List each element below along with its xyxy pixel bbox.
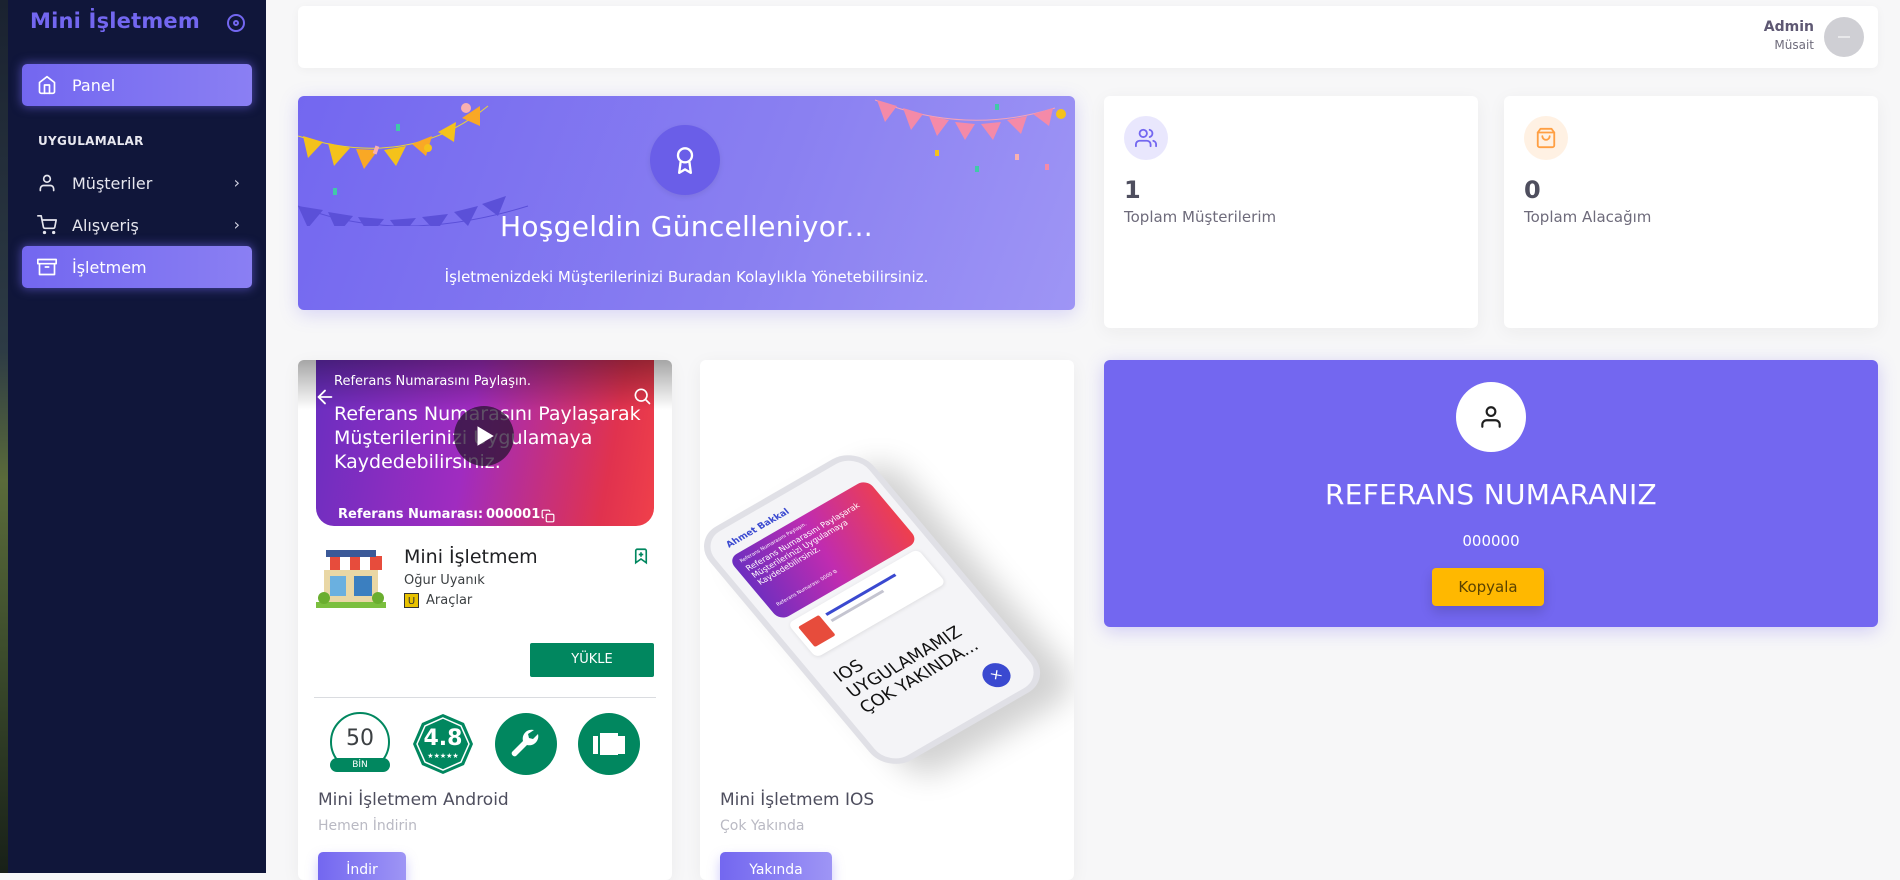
sidebar-item-label: Alışveriş	[72, 215, 139, 235]
stat-label: Toplam Müşterilerim	[1124, 208, 1277, 226]
confetti-decoration-left	[298, 103, 529, 226]
rating-value: 4.8	[423, 726, 463, 751]
top-navbar: Admin Müsait	[298, 6, 1878, 68]
desktop-background-strip	[0, 0, 8, 873]
ios-app-card: Ahmet Bakkal Referans Numarasını Paylaşı…	[700, 360, 1074, 880]
avatar[interactable]	[1824, 17, 1864, 57]
wrench-icon	[494, 712, 558, 776]
coming-soon-button[interactable]: Yakında	[720, 852, 832, 880]
welcome-text: İşletmenizdeki Müşterilerinizi Buradan K…	[444, 268, 929, 286]
sidebar-item-label: İşletmem	[72, 257, 147, 277]
sidebar: Mini İşletmem Panel UYGULAMALAR Müşteril…	[8, 0, 266, 873]
sidebar-item-alisveris[interactable]: Alışveriş ›	[22, 204, 252, 246]
banner-ref-label: Referans Numarası:	[338, 507, 484, 522]
brand-logo[interactable]: Mini İşletmem	[30, 9, 200, 33]
sidebar-item-isletmem[interactable]: İşletmem	[22, 246, 252, 288]
sidebar-item-panel[interactable]: Panel	[22, 64, 252, 106]
playstore-listing: Mini İşletmem Oğur Uyanık U Araçlar YÜKL…	[298, 526, 672, 786]
android-app-card: Referans Numarasını Paylaşın. Referans N…	[298, 360, 672, 880]
downloads-badge: 50 BİN	[328, 712, 392, 776]
app-card-title: Mini İşletmem Android	[318, 790, 509, 810]
user-icon	[36, 172, 58, 194]
play-video-icon[interactable]	[454, 406, 514, 466]
rating-stars: ★★★★★	[427, 752, 459, 760]
search-icon[interactable]	[632, 386, 652, 406]
confetti-decoration-right	[875, 99, 1066, 172]
shopping-cart-icon	[36, 214, 58, 236]
stat-value: 0	[1524, 176, 1541, 204]
phone-card-headline: Referans Numarasını Paylaşarak Müşterile…	[743, 501, 862, 587]
stat-value: 1	[1124, 176, 1141, 204]
welcome-card: Hoşgeldin Güncelleniyor... İşletmenizdek…	[298, 96, 1075, 310]
bookmark-icon[interactable]	[632, 546, 650, 566]
back-arrow-icon[interactable]	[314, 386, 336, 408]
rating-badge: U	[404, 593, 419, 608]
referral-number: 000000	[1462, 532, 1520, 550]
chevron-right-icon: ›	[233, 215, 240, 234]
gallery-icon	[577, 712, 641, 776]
copy-icon	[541, 509, 555, 523]
stat-card-receivables: 0 Toplam Alacağım	[1504, 96, 1878, 328]
user-name[interactable]: Admin	[1764, 19, 1814, 35]
welcome-title: Hoşgeldin Güncelleniyor...	[499, 210, 874, 243]
referral-title: REFERANS NUMARANIZ	[1324, 478, 1658, 511]
downloads-value: 50	[346, 726, 374, 751]
archive-icon	[36, 256, 58, 278]
app-card-subtitle: Çok Yakında	[720, 818, 805, 834]
shopping-bag-icon	[1524, 116, 1568, 160]
phone-fab-close: ×	[976, 658, 1017, 692]
app-store-icon	[316, 546, 386, 612]
divider	[314, 697, 656, 698]
users-icon	[1124, 116, 1168, 160]
sidebar-toggle-icon[interactable]	[227, 14, 245, 32]
stat-label: Toplam Alacağım	[1524, 208, 1652, 226]
download-button[interactable]: İndir	[318, 852, 406, 880]
award-icon	[650, 125, 720, 195]
rating-badge: 4.8 ★★★★★	[411, 712, 475, 776]
playstore-app-name: Mini İşletmem	[404, 546, 538, 568]
sidebar-item-musteriler[interactable]: Müşteriler ›	[22, 162, 252, 204]
app-card-subtitle: Hemen İndirin	[318, 818, 418, 834]
user-status: Müsait	[1774, 38, 1814, 52]
sidebar-section-title: UYGULAMALAR	[38, 134, 144, 148]
banner-small-text: Referans Numarasını Paylaşın.	[334, 374, 531, 389]
sidebar-item-label: Müşteriler	[72, 173, 153, 193]
user-icon	[1456, 382, 1526, 452]
install-button[interactable]: YÜKLE	[530, 643, 654, 677]
downloads-unit: BİN	[352, 760, 368, 770]
copy-button[interactable]: Kopyala	[1432, 568, 1544, 606]
app-card-title: Mini İşletmem IOS	[720, 790, 875, 810]
banner-ref-number: 000001	[486, 507, 541, 522]
stat-card-customers: 1 Toplam Müşterilerim	[1104, 96, 1478, 328]
playstore-developer[interactable]: Oğur Uyanık	[404, 573, 485, 588]
chevron-right-icon: ›	[233, 173, 240, 192]
home-icon	[36, 74, 58, 96]
referral-card: REFERANS NUMARANIZ 000000 Kopyala	[1104, 360, 1878, 627]
sidebar-item-label: Panel	[72, 75, 116, 95]
ios-phone-mockup: Ahmet Bakkal Referans Numarasını Paylaşı…	[700, 360, 1074, 774]
playstore-category[interactable]: Araçlar	[426, 593, 472, 608]
